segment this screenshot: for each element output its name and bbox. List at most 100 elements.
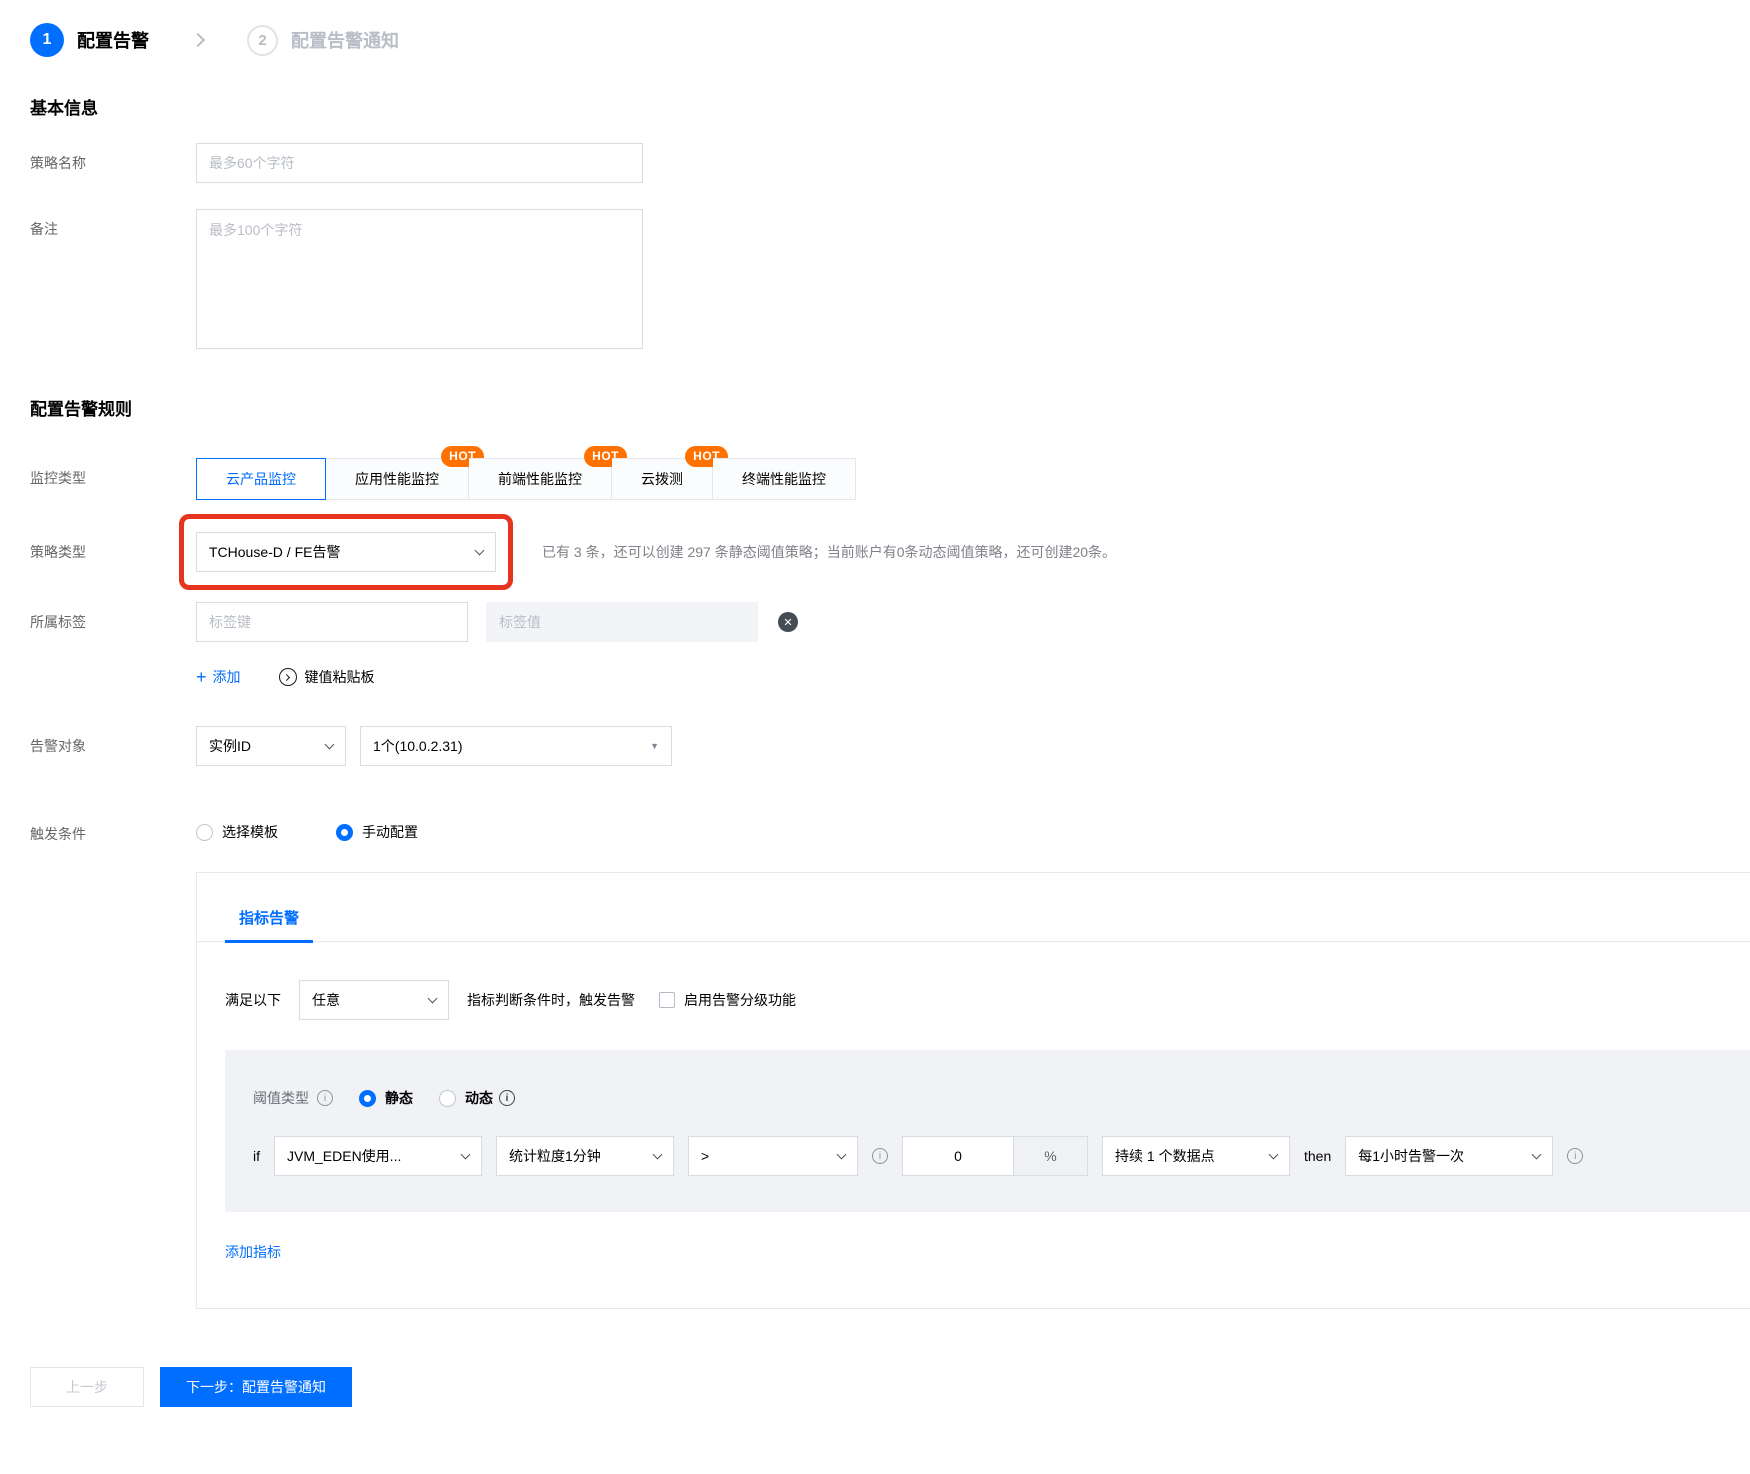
policy-name-row: 策略名称 (30, 143, 1750, 183)
trigger-condition-label: 触发条件 (30, 826, 86, 842)
add-metric-link[interactable]: 添加指标 (225, 1242, 281, 1262)
frequency-value: 每1小时告警一次 (1358, 1148, 1465, 1164)
duration-value: 持续 1 个数据点 (1115, 1148, 1215, 1164)
threshold-value-group: % (902, 1136, 1088, 1176)
triangle-down-icon: ▼ (650, 741, 659, 751)
info-icon[interactable]: i (499, 1090, 515, 1106)
grading-checkbox-label: 启用告警分级功能 (684, 992, 796, 1008)
chevron-down-icon (324, 739, 335, 749)
info-icon[interactable]: i (317, 1090, 333, 1106)
panel-tabbar: 指标告警 (197, 873, 1750, 943)
object-type-value: 实例ID (209, 738, 251, 754)
policy-name-input[interactable] (196, 143, 643, 183)
paste-board-button[interactable]: 键值粘贴板 (278, 667, 375, 687)
metric-value: JVM_EDEN使用... (287, 1148, 402, 1164)
tab-label: 云产品监控 (226, 471, 296, 487)
policy-type-value: TCHouse-D / FE告警 (209, 544, 341, 560)
radio-static-threshold[interactable]: 静态 (359, 1088, 413, 1108)
policy-type-select[interactable]: TCHouse-D / FE告警 (196, 532, 496, 572)
prev-step-button[interactable]: 上一步 (30, 1367, 144, 1407)
chevron-down-icon (652, 1149, 663, 1159)
plus-icon: + (196, 667, 207, 687)
metric-condition-row: if JVM_EDEN使用... 统计粒度1分钟 > i % (253, 1136, 1750, 1176)
alarm-object-label: 告警对象 (30, 738, 86, 754)
radio-manual-config[interactable]: 手动配置 (336, 822, 418, 842)
tags-row: 所属标签 ✕ (30, 602, 1750, 642)
info-icon[interactable]: i (1567, 1148, 1584, 1164)
radio-off-icon (439, 1089, 456, 1107)
metric-select[interactable]: JVM_EDEN使用... (274, 1136, 482, 1176)
stepper: 1 配置告警 2 配置告警通知 (30, 22, 1750, 58)
object-instance-value: 1个(10.0.2.31) (373, 738, 463, 754)
operator-select[interactable]: > (688, 1136, 858, 1176)
add-tag-button[interactable]: + 添加 (196, 667, 241, 687)
object-instance-select[interactable]: 1个(10.0.2.31) ▼ (360, 726, 672, 766)
add-tag-label: 添加 (212, 669, 241, 685)
frequency-select[interactable]: 每1小时告警一次 (1345, 1136, 1554, 1176)
if-label: if (253, 1148, 260, 1164)
grading-checkbox[interactable] (659, 992, 675, 1008)
tag-key-input[interactable] (196, 602, 468, 642)
radio-on-icon (336, 823, 353, 841)
tag-value-input (486, 602, 758, 642)
footer-actions: 上一步 下一步：配置告警通知 (30, 1367, 1750, 1407)
radio-label: 动态 (465, 1090, 493, 1106)
paste-board-icon (278, 668, 297, 686)
step-1-circle: 1 (30, 23, 64, 57)
granularity-value: 统计粒度1分钟 (509, 1148, 601, 1164)
radio-label: 静态 (385, 1090, 413, 1106)
metric-alarm-panel: 指标告警 满足以下 任意 指标判断条件时，触发告警 启用告警分级功能 阈值类型 … (196, 872, 1750, 1309)
tab-terminal-monitor[interactable]: 终端性能监控 (713, 458, 856, 500)
paste-board-label: 键值粘贴板 (304, 669, 375, 685)
step-2-label: 配置告警通知 (291, 31, 399, 51)
threshold-type-row: 阈值类型 i 静态 动态 i (253, 1088, 1750, 1108)
meet-suffix-text: 指标判断条件时，触发告警 (467, 992, 635, 1008)
remark-row: 备注 (30, 209, 1750, 349)
threshold-band: 阈值类型 i 静态 动态 i if JVM_EDEN使用... 统计粒度1分钟 … (225, 1050, 1750, 1212)
tab-apm[interactable]: 应用性能监控 HOT (326, 446, 484, 500)
alarm-policy-create-page: 1 配置告警 2 配置告警通知 基本信息 策略名称 备注 配置告警规则 监控类型… (0, 0, 1750, 1474)
chevron-down-icon (460, 1149, 471, 1159)
policy-type-label: 策略类型 (30, 544, 86, 560)
object-type-select[interactable]: 实例ID (196, 726, 346, 766)
step-2-circle: 2 (247, 24, 278, 56)
threshold-type-label: 阈值类型 (253, 1090, 309, 1106)
tab-cloud-product-monitor[interactable]: 云产品监控 (196, 458, 326, 500)
tags-label: 所属标签 (30, 614, 86, 630)
info-icon[interactable]: i (872, 1148, 888, 1164)
step-1-label: 配置告警 (77, 31, 149, 51)
next-step-button[interactable]: 下一步：配置告警通知 (160, 1367, 352, 1407)
tab-divider (197, 941, 1750, 942)
alarm-object-row: 告警对象 实例ID 1个(10.0.2.31) ▼ (30, 726, 1750, 766)
operator-value: > (701, 1148, 710, 1164)
remark-textarea[interactable] (196, 209, 643, 349)
radio-label: 手动配置 (362, 824, 418, 840)
then-label: then (1304, 1148, 1332, 1164)
monitor-type-tabs: 云产品监控 应用性能监控 HOT 前端性能监控 HOT 云拨测 HOT 终端性能… (196, 446, 856, 500)
tab-metric-alarm[interactable]: 指标告警 (225, 907, 314, 943)
duration-select[interactable]: 持续 1 个数据点 (1102, 1136, 1290, 1176)
radio-dynamic-threshold[interactable]: 动态 (439, 1088, 493, 1108)
policy-name-label: 策略名称 (30, 155, 86, 171)
granularity-select[interactable]: 统计粒度1分钟 (496, 1136, 674, 1176)
tab-label: 应用性能监控 (355, 471, 439, 487)
chevron-down-icon (1268, 1149, 1279, 1159)
meet-condition-row: 满足以下 任意 指标判断条件时，触发告警 启用告警分级功能 (225, 980, 1750, 1020)
tab-label: 前端性能监控 (498, 471, 582, 487)
tab-cat[interactable]: 云拨测 HOT (612, 446, 728, 500)
meet-prefix-text: 满足以下 (225, 992, 281, 1008)
threshold-unit: % (1014, 1136, 1088, 1176)
remove-tag-icon[interactable]: ✕ (778, 612, 798, 632)
radio-off-icon (196, 823, 213, 841)
tab-label: 终端性能监控 (742, 471, 826, 487)
threshold-value-input[interactable] (902, 1136, 1014, 1176)
policy-type-row: 策略类型 TCHouse-D / FE告警 已有 3 条，还可以创建 297 条… (30, 514, 1750, 590)
tab-rum[interactable]: 前端性能监控 HOT (469, 446, 627, 500)
radio-select-template[interactable]: 选择模板 (196, 822, 278, 842)
meet-mode-select[interactable]: 任意 (299, 980, 449, 1020)
radio-on-icon (359, 1089, 376, 1107)
remark-label: 备注 (30, 221, 58, 237)
policy-quota-hint: 已有 3 条，还可以创建 297 条静态阈值策略；当前账户有0条动态阈值策略，还… (542, 544, 1117, 560)
monitor-type-row: 监控类型 云产品监控 应用性能监控 HOT 前端性能监控 HOT 云拨测 HOT… (30, 420, 1750, 500)
tab-label: 云拨测 (641, 471, 683, 487)
